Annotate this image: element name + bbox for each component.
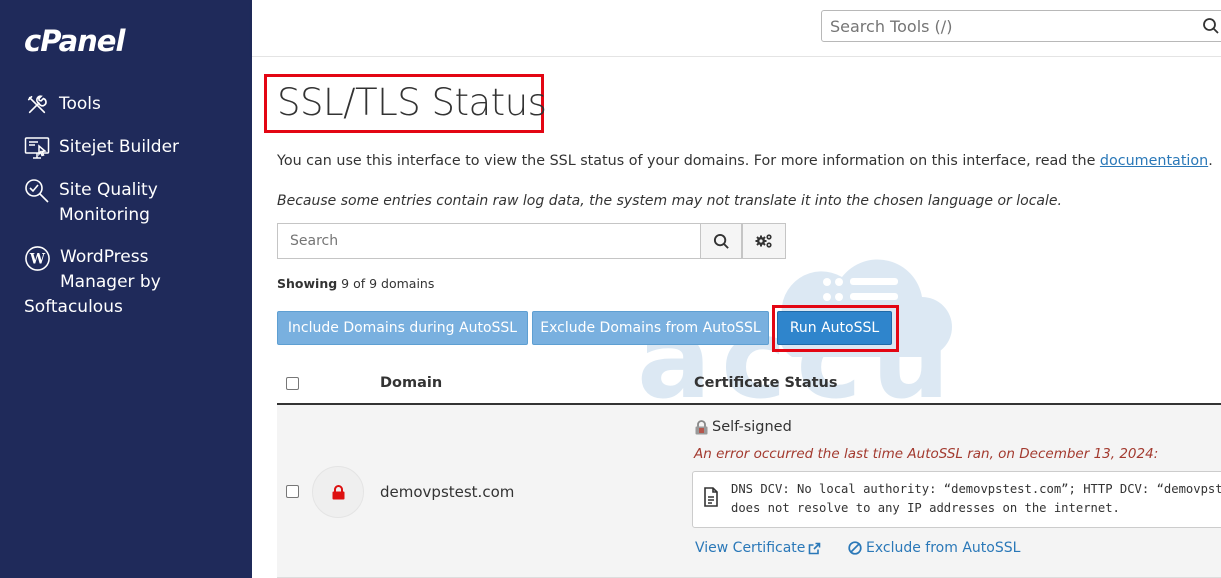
log-output-box: DNS DCV: No local authority: “demovpstes… <box>692 471 1221 528</box>
external-link-icon <box>809 542 821 554</box>
domain-name: demovpstest.com <box>380 483 515 501</box>
autossl-error-message: An error occurred the last time AutoSSL … <box>694 446 1159 462</box>
page-title: SSL/TLS Status <box>277 81 547 124</box>
sidebar-item-wordpress[interactable]: W WordPress Manager by Softaculous <box>24 245 239 320</box>
ban-icon <box>848 541 862 555</box>
search-button[interactable] <box>700 223 742 259</box>
tool-search-box <box>821 10 1221 42</box>
row-checkbox[interactable] <box>286 485 299 498</box>
column-header-domain[interactable]: Domain <box>380 375 442 391</box>
settings-button[interactable] <box>742 223 786 259</box>
search-icon[interactable] <box>1202 17 1220 40</box>
log-text: DNS DCV: No local authority: “demovpstes… <box>731 482 1221 515</box>
sidebar-item-label: WordPress <box>60 247 149 267</box>
search-icon <box>713 233 729 249</box>
gears-icon <box>755 234 772 248</box>
run-autossl-button[interactable]: Run AutoSSL <box>777 311 892 345</box>
table-row: demovpstest.com Self-signed An error occ… <box>277 405 1221 578</box>
wordpress-icon: W <box>24 245 52 273</box>
site-quality-icon <box>24 178 50 204</box>
select-all-checkbox[interactable] <box>286 377 299 390</box>
sidebar: cPanel Tools Sitejet Builder Site Qualit… <box>0 0 252 578</box>
showing-count: Showing 9 of 9 domains <box>277 276 435 291</box>
sidebar-item-label-2: Monitoring <box>59 205 150 225</box>
sitejet-icon <box>24 135 50 161</box>
view-certificate-link[interactable]: View Certificate <box>695 540 821 556</box>
tools-icon <box>24 92 50 118</box>
column-header-certificate-status[interactable]: Certificate Status <box>694 375 838 391</box>
include-domains-button[interactable]: Include Domains during AutoSSL <box>277 311 528 345</box>
sidebar-item-label: Sitejet Builder <box>59 137 180 157</box>
tool-search-input[interactable] <box>822 11 1192 41</box>
table-header: Domain Certificate Status <box>277 363 1221 405</box>
exclude-domains-button[interactable]: Exclude Domains from AutoSSL <box>532 311 769 345</box>
sidebar-item-label-2: Manager by <box>60 272 161 292</box>
top-bar <box>252 0 1221 57</box>
ssl-status-indicator <box>312 466 364 518</box>
sidebar-item-label: Site Quality <box>59 180 158 200</box>
locale-notice: Because some entries contain raw log dat… <box>277 193 1062 209</box>
cpanel-logo[interactable]: cPanel <box>24 24 125 58</box>
certificate-type: Self-signed <box>695 419 792 435</box>
intro-text: You can use this interface to view the S… <box>277 153 1213 169</box>
domain-search-input[interactable] <box>277 223 700 259</box>
lock-icon <box>332 484 344 499</box>
sidebar-item-label-3: Softaculous <box>24 297 123 317</box>
document-icon <box>704 487 718 507</box>
svg-text:W: W <box>29 251 46 267</box>
padlock-icon <box>695 419 708 434</box>
exclude-from-autossl-link[interactable]: Exclude from AutoSSL <box>848 540 1020 556</box>
sidebar-item-label: Tools <box>59 94 101 114</box>
sidebar-nav: Tools Sitejet Builder Site Quality Monit… <box>24 92 239 320</box>
documentation-link[interactable]: documentation <box>1100 153 1208 169</box>
main-content: accu web hosting SSL/TLS Status You can … <box>252 57 1221 578</box>
sidebar-item-tools[interactable]: Tools <box>24 92 239 118</box>
domain-search-group <box>277 223 786 259</box>
sidebar-item-site-quality[interactable]: Site Quality Monitoring <box>24 178 239 228</box>
sidebar-item-sitejet[interactable]: Sitejet Builder <box>24 135 239 161</box>
